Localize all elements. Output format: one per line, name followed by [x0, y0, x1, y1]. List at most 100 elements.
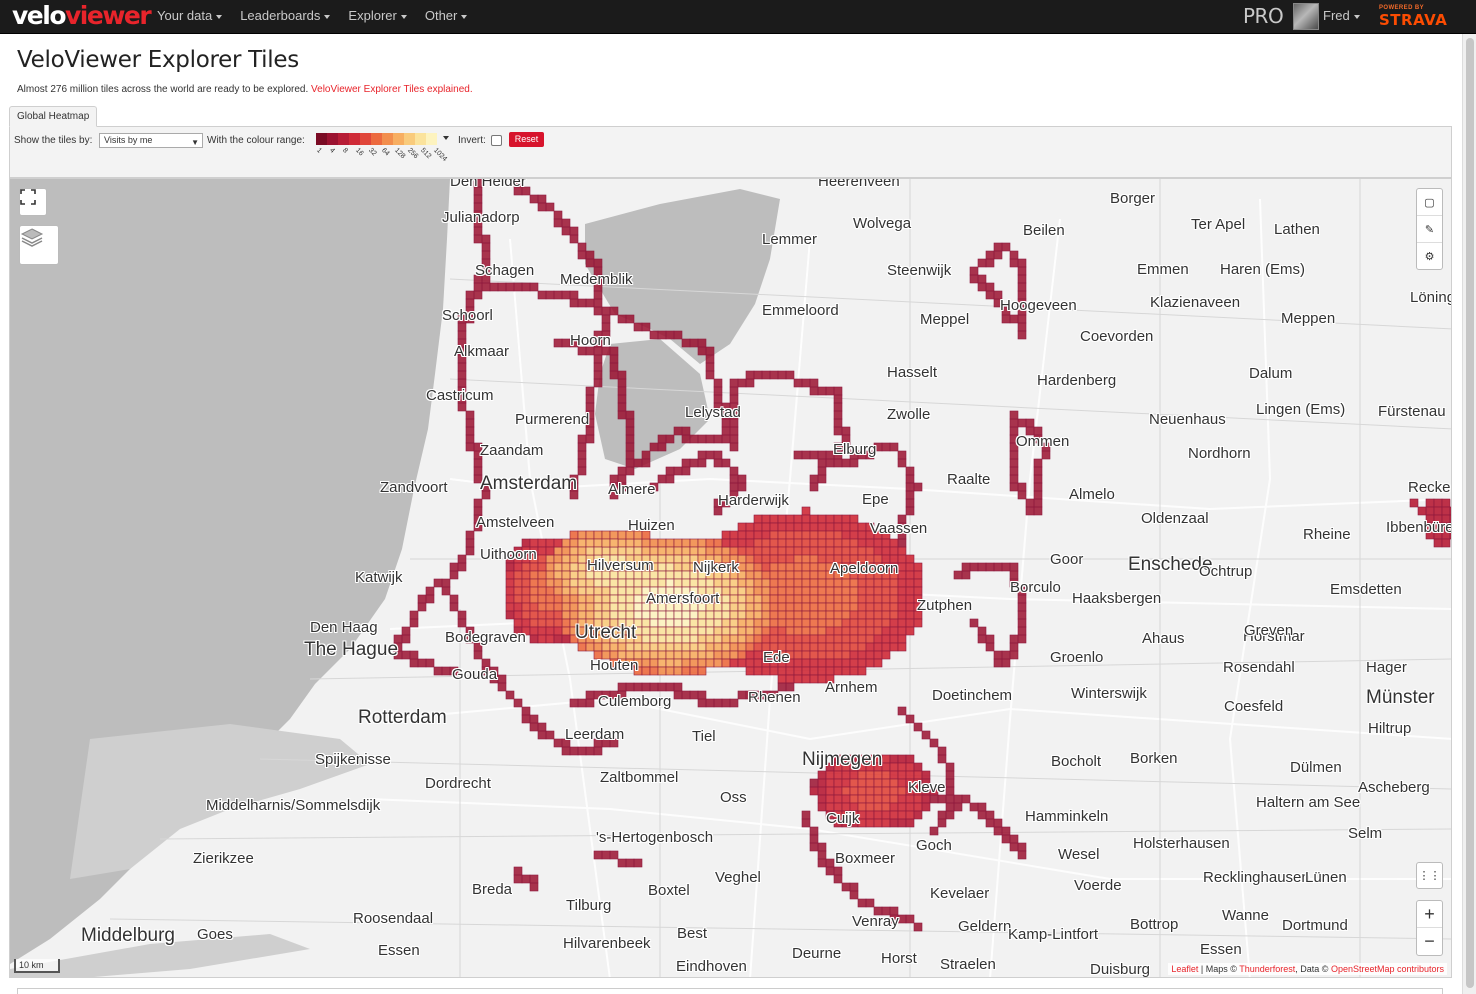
- explorer-tile: [873, 602, 883, 612]
- explorer-tile: [841, 586, 851, 596]
- heatmap-map[interactable]: Den Helder Julianadorp Schagen Medemblik Sch…: [9, 178, 1452, 978]
- place-label: Bottrop: [1130, 916, 1179, 933]
- grid-icon[interactable]: ⋮⋮: [1416, 862, 1443, 889]
- explorer-tile: [777, 562, 787, 572]
- explorer-tile: [601, 586, 611, 596]
- explorer-tile: [897, 458, 907, 468]
- explorer-tile: [505, 602, 515, 612]
- explorer-tile: [737, 378, 747, 388]
- chevron-down-icon[interactable]: [443, 136, 449, 140]
- explorer-tile: [465, 298, 475, 308]
- explorer-tile: [689, 546, 699, 556]
- explorer-tile: [673, 330, 683, 340]
- colour-swatch: [404, 133, 415, 145]
- explorer-tile: [649, 618, 659, 628]
- show-by-select[interactable]: Visits by me ▼: [99, 133, 203, 148]
- explorer-tile: [577, 458, 587, 468]
- explorer-tile: [585, 250, 595, 260]
- explorer-tile: [777, 618, 787, 628]
- menu-leaderboards[interactable]: Leaderboards: [240, 0, 331, 34]
- pro-badge: PRO: [1243, 4, 1284, 28]
- leaflet-link[interactable]: Leaflet: [1171, 964, 1198, 974]
- explorer-tile: [793, 530, 803, 540]
- explorer-tile: [817, 474, 827, 484]
- colour-range-picker[interactable]: [316, 133, 437, 145]
- menu-your-data[interactable]: Your data: [157, 0, 223, 34]
- scrollbar[interactable]: [1462, 34, 1476, 994]
- explorer-tile: [777, 546, 787, 556]
- explorer-tile: [729, 642, 739, 652]
- explorer-tile: [913, 578, 923, 588]
- explorer-tile: [577, 602, 587, 612]
- reset-button[interactable]: Reset: [509, 132, 544, 147]
- fullscreen-button[interactable]: [19, 188, 47, 216]
- explorer-tile: [705, 634, 715, 644]
- menu-explorer[interactable]: Explorer: [348, 0, 407, 34]
- explained-link[interactable]: VeloViewer Explorer Tiles explained.: [311, 84, 473, 95]
- explorer-tile: [713, 642, 723, 652]
- explorer-tile: [457, 554, 467, 564]
- place-label: Almelo: [1069, 486, 1115, 503]
- explorer-tile: [553, 538, 563, 548]
- explorer-tile: [793, 546, 803, 556]
- explorer-tile: [1017, 322, 1027, 332]
- user-menu[interactable]: Fred: [1323, 0, 1360, 32]
- explorer-tile: [577, 442, 587, 452]
- explorer-tile: [865, 810, 875, 820]
- explorer-tile: [873, 626, 883, 636]
- explorer-tile: [817, 602, 827, 612]
- explorer-tile: [873, 778, 883, 788]
- layers-button[interactable]: [19, 225, 59, 265]
- explorer-tile: [785, 530, 795, 540]
- explorer-tile: [673, 658, 683, 668]
- explorer-tile: [793, 650, 803, 660]
- explorer-tile: [633, 594, 643, 604]
- zoom-out-button[interactable]: −: [1417, 928, 1442, 955]
- scrollbar-thumb[interactable]: [1466, 38, 1474, 988]
- pin-icon[interactable]: ✎: [1417, 216, 1442, 243]
- place-label: Deurne: [792, 945, 842, 962]
- explorer-tile: [625, 418, 635, 428]
- gear-icon[interactable]: ⚙: [1417, 243, 1442, 270]
- explorer-tile: [513, 618, 523, 628]
- explorer-tile: [857, 666, 867, 676]
- invert-checkbox[interactable]: [491, 135, 502, 146]
- explorer-tile: [721, 626, 731, 636]
- explorer-tile: [897, 914, 907, 924]
- explorer-tile: [673, 682, 683, 692]
- explorer-tile: [617, 538, 627, 548]
- chevron-down-icon: ▼: [191, 138, 199, 147]
- explorer-tile: [761, 618, 771, 628]
- explorer-tile: [473, 194, 483, 204]
- explorer-tile: [561, 602, 571, 612]
- square-select-icon[interactable]: ▢: [1417, 189, 1442, 216]
- explorer-tile: [633, 586, 643, 596]
- veloviewer-logo[interactable]: veloviewer: [12, 2, 152, 30]
- explorer-tile: [713, 658, 723, 668]
- explorer-tile: [881, 594, 891, 604]
- explorer-tile: [849, 642, 859, 652]
- zoom-in-button[interactable]: +: [1417, 901, 1442, 928]
- explorer-tile: [833, 634, 843, 644]
- explorer-tile: [665, 634, 675, 644]
- explorer-tile: [649, 626, 659, 636]
- strava-logo[interactable]: POWERED BY STRAVA: [1379, 5, 1449, 28]
- tab-global-heatmap[interactable]: Global Heatmap: [9, 106, 98, 127]
- explorer-tile: [849, 666, 859, 676]
- explorer-tile: [881, 586, 891, 596]
- explorer-tile: [689, 650, 699, 660]
- explorer-tile: [649, 578, 659, 588]
- osm-link[interactable]: OpenStreetMap contributors: [1331, 964, 1444, 974]
- explorer-tile: [761, 578, 771, 588]
- explorer-tile: [569, 290, 579, 300]
- explorer-tile: [873, 642, 883, 652]
- strava-wordmark: STRAVA: [1379, 11, 1448, 29]
- explorer-tile: [561, 570, 571, 580]
- explorer-tile: [417, 658, 427, 668]
- explorer-tile: [849, 786, 859, 796]
- thunderforest-link[interactable]: Thunderforest: [1239, 964, 1295, 974]
- explorer-tile: [905, 602, 915, 612]
- menu-other[interactable]: Other: [425, 0, 468, 34]
- place-label: Amstelveen: [476, 514, 555, 531]
- avatar[interactable]: [1293, 3, 1319, 30]
